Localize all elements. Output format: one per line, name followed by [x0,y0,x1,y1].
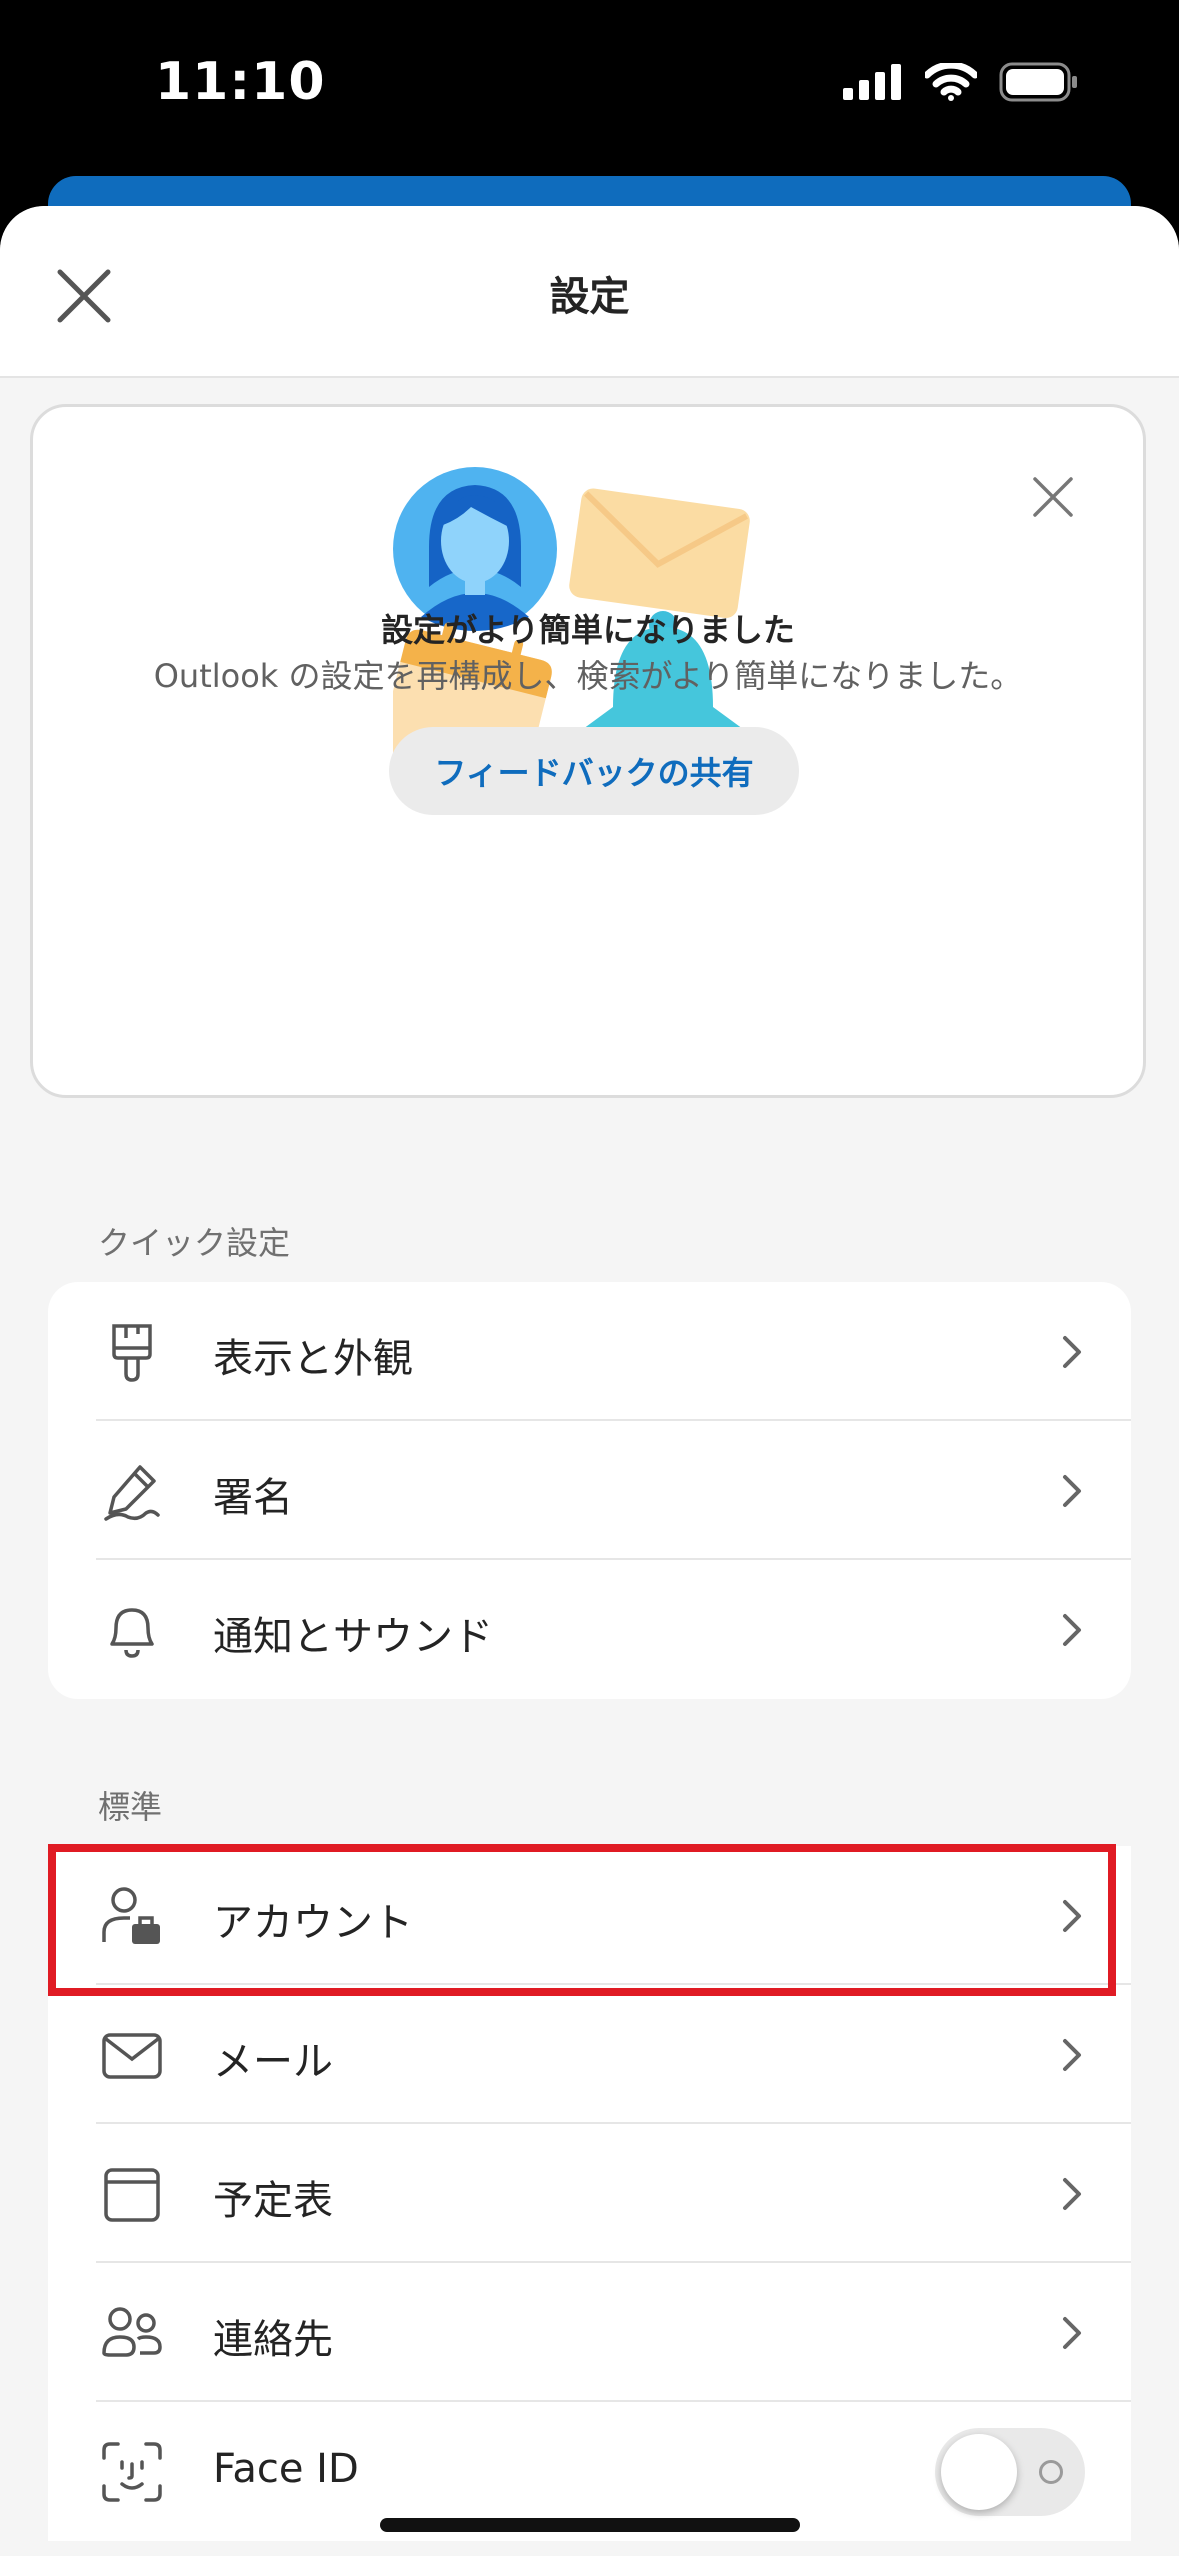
status-time: 11:10 [155,52,326,112]
status-icons [843,62,1079,102]
banner-title: 設定がより簡単になりました [381,611,795,649]
quick-settings-group: 表示と外観 署名 通知とサウンド [48,1282,1131,1699]
row-label: 表示と外観 [213,1336,413,1382]
row-signature[interactable]: 署名 [48,1421,1131,1560]
row-label: 予定表 [213,2178,333,2224]
calendar-icon [104,2168,160,2222]
row-account[interactable]: アカウント [48,1846,1131,1985]
chevron-right-icon [1063,1475,1081,1507]
signature-icon [104,1465,160,1521]
toggle-knob [941,2434,1017,2510]
row-display-appearance[interactable]: 表示と外観 [48,1282,1131,1421]
row-label: Face ID [213,2446,359,2492]
bell-icon [110,1608,154,1658]
dismiss-banner-icon[interactable] [1029,473,1077,521]
row-label: 通知とサウンド [213,1614,493,1660]
chevron-right-icon [1063,1900,1081,1932]
paintbrush-icon [112,1324,152,1382]
account-briefcase-icon [102,1887,160,1944]
face-id-icon [102,2442,162,2502]
cellular-signal-icon [843,64,901,100]
chevron-right-icon [1063,2178,1081,2210]
row-notifications-sounds[interactable]: 通知とサウンド [48,1560,1131,1699]
chevron-right-icon [1063,2039,1081,2071]
toggle-off-indicator-icon [1039,2460,1063,2484]
banner-description: Outlook の設定を再構成し、検索がより簡単になりました。 [153,657,1023,695]
home-indicator[interactable] [380,2518,800,2532]
row-label: 署名 [213,1475,293,1521]
row-label: アカウント [213,1900,413,1946]
settings-sheet: 設定 設定がより簡単になりました Outlook の設定を再構成し、検索がより簡… [0,206,1179,2556]
settings-header: 設定 [0,206,1179,378]
section-label-standard: 標準 [98,1788,163,1826]
share-feedback-button[interactable]: フィードバックの共有 [389,727,799,815]
chevron-right-icon [1063,1336,1081,1368]
face-id-toggle[interactable] [935,2428,1085,2516]
status-bar: 11:10 [0,0,1179,180]
row-mail[interactable]: メール [48,1985,1131,2124]
mail-icon [102,2033,162,2079]
section-label-quick: クイック設定 [98,1224,291,1262]
row-contacts[interactable]: 連絡先 [48,2263,1131,2402]
contacts-icon [102,2307,162,2357]
row-calendar[interactable]: 予定表 [48,2124,1131,2263]
wifi-icon [925,63,977,101]
chevron-right-icon [1063,1614,1081,1646]
page-title: 設定 [549,274,630,320]
row-label: メール [213,2039,333,2085]
battery-icon [999,62,1077,102]
standard-settings-group: アカウント メール 予定表 連絡先 Face ID [48,1846,1131,2541]
row-label: 連絡先 [213,2317,333,2363]
chevron-right-icon [1063,2317,1081,2349]
settings-simplified-banner: 設定がより簡単になりました Outlook の設定を再構成し、検索がより簡単にな… [30,404,1146,1098]
